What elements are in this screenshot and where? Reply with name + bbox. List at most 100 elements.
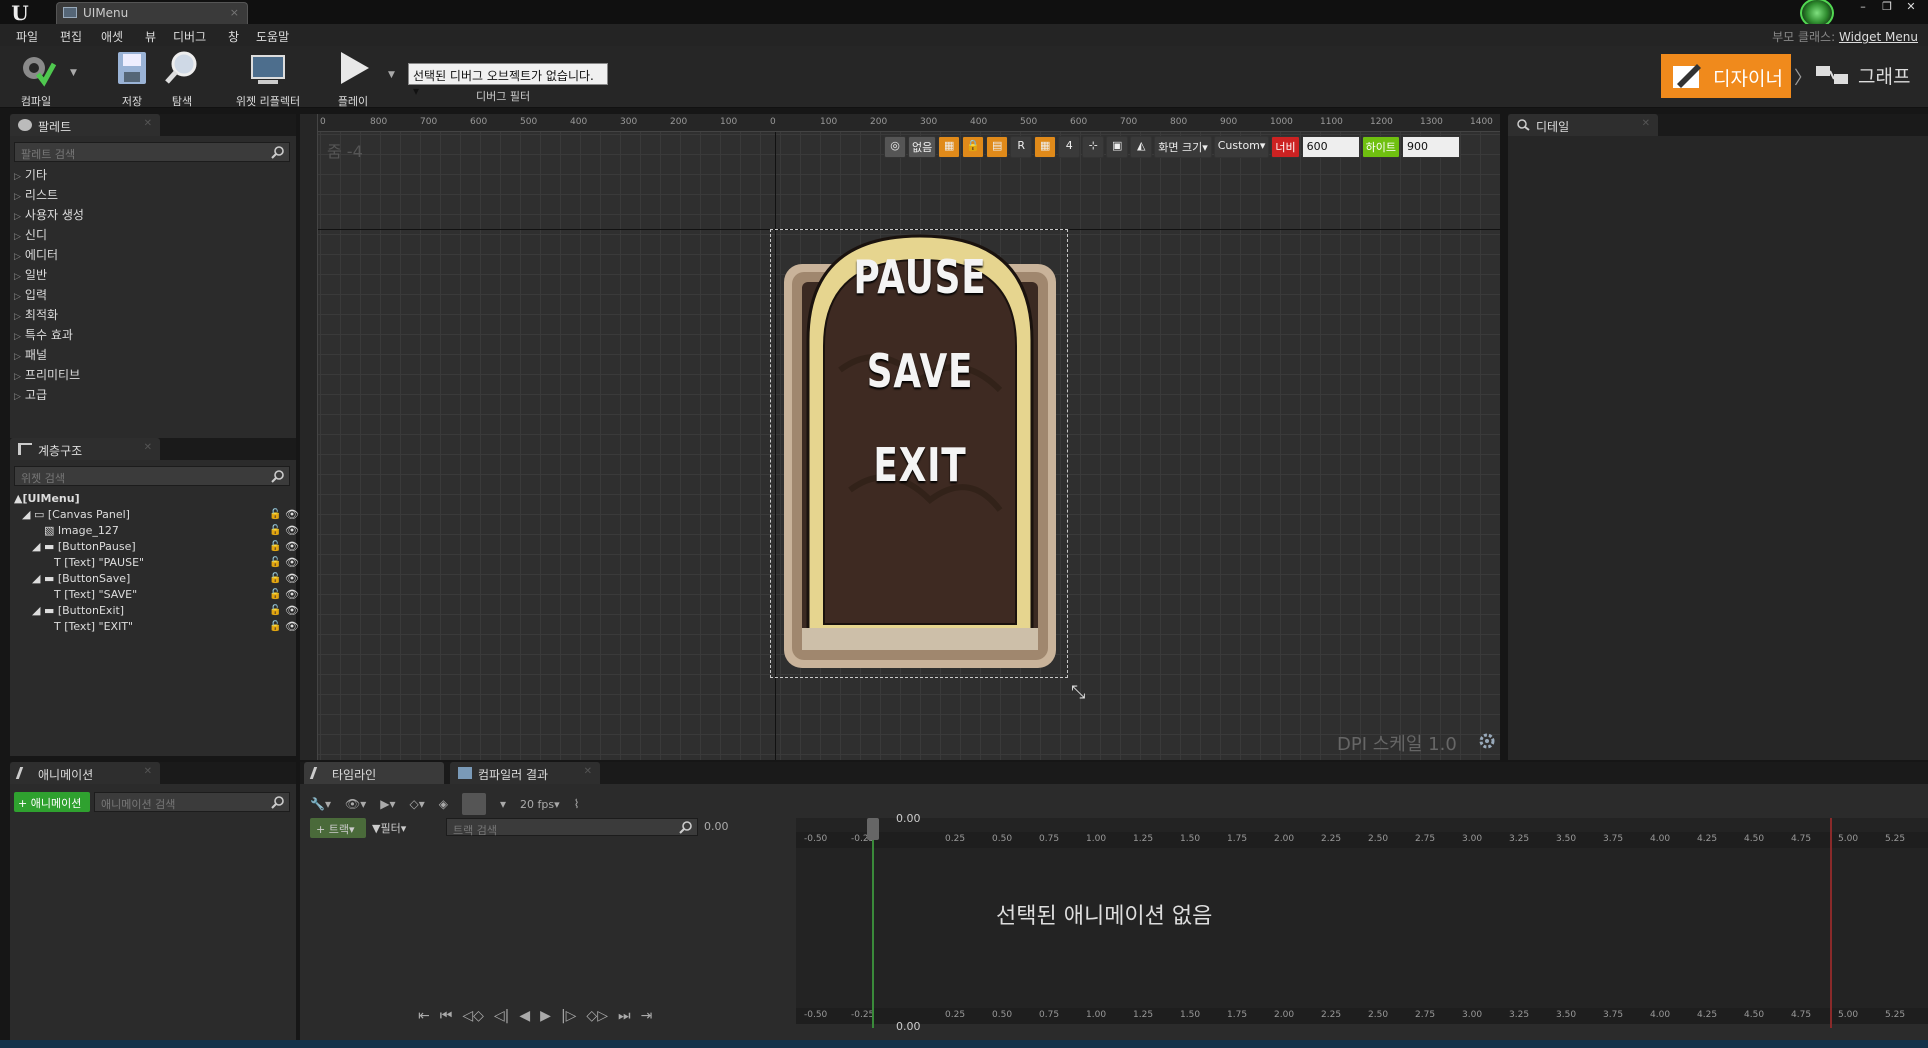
timeline-track-area[interactable]: -0.50 -0.25 0.25 0.50 0.75 1.00 1.25 1.50 1.75 2.… <box>796 818 1928 1028</box>
category-editor[interactable]: 에디터 <box>14 246 58 263</box>
add-animation-button[interactable]: + 애니메이션 <box>14 792 90 812</box>
visibility-eye-icon[interactable]: 👁 <box>285 620 299 633</box>
tree-item-canvas-panel[interactable]: ◢ ▭ [Canvas Panel] 🔓 👁 <box>22 508 312 521</box>
visibility-eye-icon[interactable]: 👁 <box>285 556 299 569</box>
fps-dropdown[interactable]: 20 fps▾ <box>520 798 560 811</box>
debug-object-select[interactable]: 선택된 디버그 오브젝트가 없습니다. ▾ <box>408 63 608 98</box>
globe-icon[interactable]: ◎ <box>884 136 906 158</box>
pause-button[interactable]: PAUSE <box>811 250 1029 304</box>
menu-file[interactable]: 파일 <box>16 28 38 45</box>
lock-icon[interactable]: 🔓 <box>269 541 281 552</box>
layout-icon[interactable]: ▤ <box>986 136 1009 158</box>
menu-edit[interactable]: 편집 <box>60 28 82 45</box>
palette-search-input[interactable]: 팔레트 검색 <box>14 142 290 162</box>
time-ruler-bottom[interactable]: -0.50 -0.25 0.25 0.50 0.75 1.00 1.25 1.50 1.75 2.… <box>796 1008 1928 1024</box>
playhead-handle[interactable] <box>867 818 879 840</box>
record-icon[interactable] <box>462 793 486 815</box>
category-list[interactable]: 리스트 <box>14 186 58 203</box>
designer-mode-button[interactable]: 디자이너 <box>1661 54 1791 98</box>
current-time-value[interactable]: 0.00 <box>704 820 729 833</box>
time-ruler-top[interactable]: -0.50 -0.25 0.25 0.50 0.75 1.00 1.25 1.50 1.75 2.… <box>796 832 1928 848</box>
height-field[interactable]: 900 <box>1402 136 1461 158</box>
menu-help[interactable]: 도움말 <box>256 28 289 45</box>
category-optimization[interactable]: 최적화 <box>14 306 58 323</box>
tree-item-uimenu[interactable]: ▲[UIMenu] <box>14 492 80 505</box>
track-search-input[interactable]: 트랙 검색 <box>446 818 698 837</box>
category-input[interactable]: 입력 <box>14 286 47 303</box>
tree-item-text-save[interactable]: T [Text] "SAVE" 🔓 👁 <box>54 588 312 601</box>
lock-icon[interactable]: 🔓 <box>269 589 281 600</box>
tab-palette[interactable]: 팔레트 ✕ <box>10 114 160 136</box>
transform-icon[interactable]: ⊹ <box>1082 136 1105 158</box>
browse-button[interactable]: 탐색 <box>162 48 202 109</box>
lock-icon[interactable]: 🔓 <box>269 557 281 568</box>
lock-icon[interactable]: 🔒 <box>962 136 985 158</box>
previous-frame-key-icon[interactable]: ⏮ <box>440 1008 453 1024</box>
record-options-chevron-icon[interactable]: ▾ <box>500 797 506 811</box>
end-marker[interactable] <box>1830 818 1832 1028</box>
tree-item-image[interactable]: ▧ Image_127 🔓 👁 <box>44 524 312 537</box>
tab-hierarchy[interactable]: 계층구조 ✕ <box>10 438 160 460</box>
widget-search-input[interactable]: 위젯 검색 <box>14 466 290 486</box>
play-button[interactable]: 플레이 <box>333 48 373 109</box>
localization-none-button[interactable]: 없음 <box>908 136 937 158</box>
menu-asset[interactable]: 애셋 <box>101 28 123 45</box>
lock-icon[interactable]: 🔓 <box>269 509 281 520</box>
close-palette-icon[interactable]: ✕ <box>144 118 152 129</box>
category-common[interactable]: 일반 <box>14 266 47 283</box>
close-animation-icon[interactable]: ✕ <box>144 766 152 777</box>
compile-button[interactable]: 컴파일 <box>16 48 57 109</box>
grid-toggle-icon[interactable]: ▦ <box>1034 136 1057 158</box>
gear-icon[interactable] <box>1478 732 1496 750</box>
next-key-icon[interactable]: ◇▷ <box>586 1008 608 1024</box>
category-special-effects[interactable]: 특수 효과 <box>14 326 73 343</box>
menu-view[interactable]: 뷰 <box>145 28 156 45</box>
wrench-icon[interactable]: 🔧▾ <box>310 797 331 811</box>
category-primitive[interactable]: 프리미티브 <box>14 366 80 383</box>
step-back-icon[interactable]: ◁| <box>494 1008 509 1024</box>
lock-icon[interactable]: 🔓 <box>269 605 281 616</box>
document-tab[interactable]: UIMenu × <box>56 2 248 24</box>
menu-debug[interactable]: 디버그 <box>173 28 206 45</box>
visibility-eye-icon[interactable]: 👁 <box>285 508 299 521</box>
category-advanced[interactable]: 고급 <box>14 386 47 403</box>
menu-window[interactable]: 창 <box>228 28 239 45</box>
playhead[interactable] <box>872 818 874 1028</box>
close-window-button[interactable]: ✕ <box>1900 0 1922 14</box>
exit-button[interactable]: EXIT <box>811 438 1029 492</box>
animation-search-input[interactable]: 애니메이션 검색 <box>94 792 290 812</box>
step-forward-icon[interactable]: |▷ <box>561 1008 576 1024</box>
jump-to-start-icon[interactable]: ⇤ <box>418 1008 430 1024</box>
play-forward-icon[interactable]: ▶ <box>540 1008 551 1024</box>
tree-item-button-pause[interactable]: ◢ ▬ [ButtonPause] 🔓 👁 <box>32 540 312 553</box>
tree-item-text-pause[interactable]: T [Text] "PAUSE" 🔓 👁 <box>54 556 312 569</box>
mirror-icon[interactable]: ◭ <box>1130 136 1153 158</box>
maximize-button[interactable]: ❐ <box>1876 0 1898 14</box>
tree-item-button-save[interactable]: ◢ ▬ [ButtonSave] 🔓 👁 <box>32 572 312 585</box>
screen-size-dropdown[interactable]: 화면 크기▾ <box>1154 136 1212 158</box>
grid-size-button[interactable]: 4 <box>1058 136 1081 158</box>
lock-icon[interactable]: 🔓 <box>269 525 281 536</box>
tree-item-button-exit[interactable]: ◢ ▬ [ButtonExit] 🔓 👁 <box>32 604 312 617</box>
category-panel[interactable]: 패널 <box>14 346 47 363</box>
eye-icon[interactable]: 👁▾ <box>345 797 366 811</box>
minimize-button[interactable]: – <box>1852 0 1874 14</box>
close-compiler-results-icon[interactable]: ✕ <box>584 766 592 777</box>
grid-snap-icon[interactable]: ▦ <box>938 136 961 158</box>
respect-locks-button[interactable]: R <box>1010 136 1033 158</box>
widget-reflector-button[interactable]: 위젯 리플렉터 <box>230 48 306 109</box>
add-track-button[interactable]: + 트랙▾ <box>310 818 366 838</box>
image-icon[interactable]: ▣ <box>1106 136 1129 158</box>
lock-icon[interactable]: 🔓 <box>269 621 281 632</box>
graph-mode-button[interactable]: 그래프 <box>1814 62 1910 89</box>
auto-key-icon[interactable]: ◈ <box>439 797 448 811</box>
save-button[interactable]: 저장 <box>112 48 152 109</box>
jump-to-end-icon[interactable]: ⏭ <box>618 1008 631 1024</box>
compile-options-chevron-icon[interactable]: ▼ <box>70 68 77 78</box>
visibility-eye-icon[interactable]: 👁 <box>285 604 299 617</box>
resize-handle-icon[interactable]: ⤡ <box>1071 682 1085 703</box>
play-reverse-icon[interactable]: ◀ <box>519 1008 530 1024</box>
category-user-created[interactable]: 사용자 생성 <box>14 206 84 223</box>
close-hierarchy-icon[interactable]: ✕ <box>144 442 152 453</box>
key-icon[interactable]: ◇▾ <box>410 797 425 811</box>
